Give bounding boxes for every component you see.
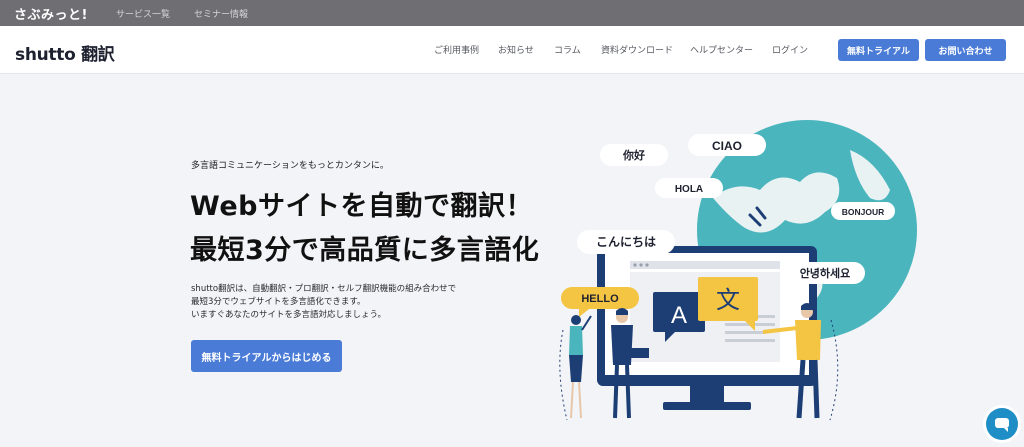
top-utility-bar: さぶみっと! サービス一覧 セミナー情報 — [0, 0, 1024, 26]
nav-column[interactable]: コラム — [554, 43, 581, 56]
bubble-nihao: 你好 — [600, 144, 668, 166]
bubble-ciao: CIAO — [688, 134, 766, 156]
svg-text:HOLA: HOLA — [675, 184, 703, 195]
bubble-hola: HOLA — [655, 178, 723, 198]
nav-case-studies[interactable]: ご利用事例 — [434, 43, 479, 56]
bubble-konnichiwa: こんにちは — [577, 230, 675, 254]
bubble-bonjour: BONJOUR — [831, 202, 895, 220]
bubble-annyeong: 안녕하세요 — [785, 262, 865, 284]
svg-text:文: 文 — [716, 286, 740, 314]
nav-downloads[interactable]: 資料ダウンロード — [601, 43, 673, 56]
chat-icon — [995, 418, 1009, 432]
person-woman — [569, 315, 592, 419]
brand-logo[interactable]: さぶみっと! — [14, 4, 88, 23]
site-logo[interactable]: shutto 翻訳 — [15, 40, 115, 65]
nav-news[interactable]: お知らせ — [498, 43, 534, 56]
free-trial-button[interactable]: 無料トライアル — [838, 39, 919, 61]
hero-desc-line2: 最短3分でウェブサイトを多言語化できます。 — [191, 297, 366, 307]
start-trial-button[interactable]: 無料トライアルからはじめる — [191, 340, 342, 372]
chat-widget-button[interactable] — [986, 408, 1018, 440]
svg-text:CIAO: CIAO — [712, 139, 742, 153]
service-list-link[interactable]: サービス一覧 — [116, 7, 170, 20]
seminar-link[interactable]: セミナー情報 — [194, 7, 248, 20]
hero-tagline: 多言語コミュニケーションをもっとカンタンに。 — [191, 161, 389, 171]
svg-text:BONJOUR: BONJOUR — [842, 207, 885, 217]
hero-desc-line3: いますぐあなたのサイトを多言語対応しましょう。 — [191, 310, 386, 320]
svg-text:こんにちは: こんにちは — [596, 235, 656, 249]
nav-help-center[interactable]: ヘルプセンター — [690, 43, 753, 56]
hero-title-line2: 最短3分で高品質に多言語化 — [190, 235, 540, 266]
svg-text:你好: 你好 — [622, 148, 645, 162]
hero-desc-line1: shutto翻訳は、自動翻訳・プロ翻訳・セルフ翻訳機能の組み合わせで — [191, 284, 457, 294]
svg-text:안녕하세요: 안녕하세요 — [800, 266, 851, 280]
site-header: shutto 翻訳 ご利用事例 お知らせ コラム 資料ダウンロード ヘルプセンタ… — [0, 26, 1024, 74]
hero-illustration: A 文 你好 CIAO HOLA BONJOUR こんにちは 안녕하세요 HEL… — [559, 120, 917, 421]
contact-button[interactable]: お問い合わせ — [925, 39, 1006, 61]
svg-text:A: A — [671, 302, 687, 329]
nav-login[interactable]: ログイン — [772, 43, 808, 56]
decor-dots-left — [559, 329, 568, 421]
svg-text:HELLO: HELLO — [581, 293, 619, 305]
hero-title-line1: Webサイトを自動で翻訳！ — [190, 191, 533, 222]
